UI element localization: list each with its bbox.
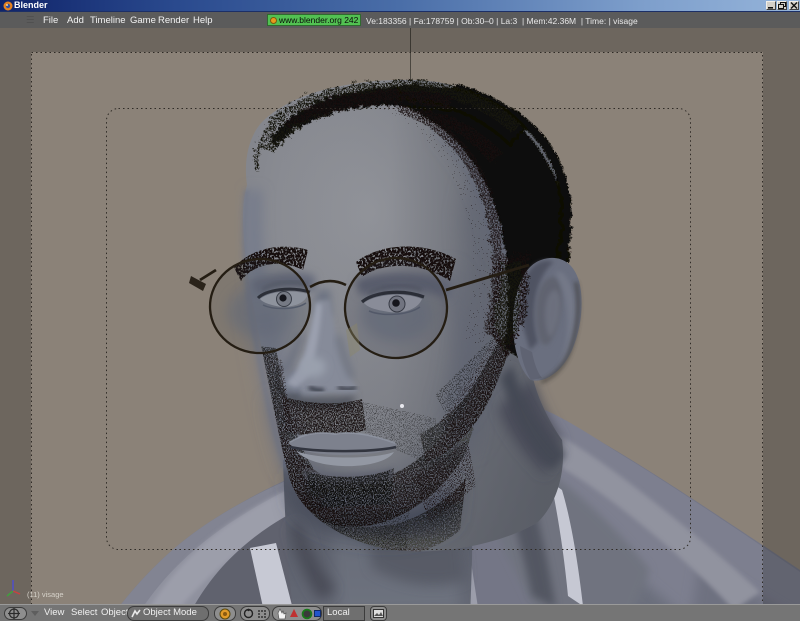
svg-text:(11) visage: (11) visage	[27, 590, 64, 599]
